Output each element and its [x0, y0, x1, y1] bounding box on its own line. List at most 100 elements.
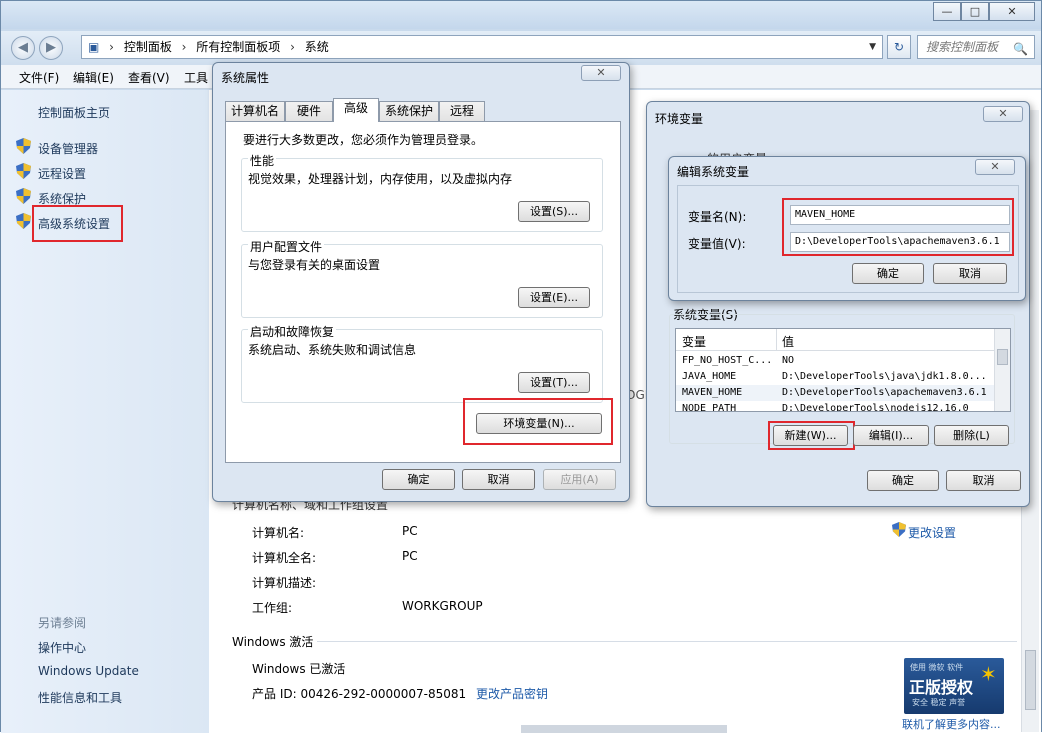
highlight-box: [782, 198, 1014, 256]
breadcrumb-sep-icon: ›: [181, 40, 187, 54]
menu-tools[interactable]: 工具: [184, 69, 208, 86]
search-icon[interactable]: 🔍: [1013, 38, 1028, 60]
column-header-value[interactable]: 值: [782, 333, 794, 350]
cancel-button[interactable]: 取消: [933, 263, 1007, 284]
table-row[interactable]: FP_NO_HOST_C... NO: [676, 353, 994, 369]
badge-top-text: 使用 微软 软件: [910, 663, 964, 672]
product-id: 产品 ID: 00426-292-0000007-85081: [252, 687, 467, 701]
menu-file[interactable]: 文件(F): [19, 69, 59, 86]
tab-computer-name[interactable]: 计算机名: [225, 101, 285, 121]
address-row: ◀ ▶ ▣ › 控制面板 › 所有控制面板项 › 系统 ▼ ↻ 搜索控制面板 🔍: [1, 31, 1041, 65]
breadcrumb-sep-icon: ›: [290, 40, 295, 54]
group-title: 性能: [248, 152, 277, 169]
highlight-box: [32, 205, 123, 242]
close-dialog-button[interactable]: ✕: [581, 65, 621, 81]
cancel-button[interactable]: 取消: [946, 470, 1021, 491]
tab-panel-advanced: 要进行大多数更改，您必须作为管理员登录。 性能 视觉效果，处理器计划，内存使用，…: [225, 121, 621, 463]
shield-icon: [16, 213, 31, 229]
sidebar-item-device-manager[interactable]: 设备管理器: [38, 140, 98, 157]
badge-main-text: 正版授权: [909, 678, 974, 697]
column-divider[interactable]: [776, 329, 777, 351]
row-label: 计算机全名:: [252, 551, 317, 565]
scrollbar-vertical[interactable]: [994, 329, 1010, 411]
row-value: WORKGROUP: [402, 599, 483, 613]
group-desc: 系统启动、系统失败和调试信息: [248, 343, 417, 357]
sidebar-item-performance[interactable]: 性能信息和工具: [38, 689, 122, 706]
system-vars-list[interactable]: 变量 值 FP_NO_HOST_C... NO JAVA_HOME D:\Dev…: [675, 328, 1011, 412]
tab-advanced[interactable]: 高级: [333, 98, 379, 122]
shield-icon: [892, 522, 906, 537]
shield-icon: [16, 163, 31, 179]
menu-edit[interactable]: 编辑(E): [73, 69, 114, 86]
group-desc: 与您登录有关的桌面设置: [248, 258, 381, 272]
refresh-button[interactable]: ↻: [887, 35, 911, 59]
sidebar-item-action-center[interactable]: 操作中心: [38, 639, 86, 656]
breadcrumb-item[interactable]: 系统: [305, 40, 329, 54]
scrollbar-thumb[interactable]: [1025, 650, 1036, 710]
search-input[interactable]: 搜索控制面板 🔍: [917, 35, 1035, 59]
var-value: D:\DeveloperTools\apachemaven3.6.1: [782, 387, 987, 398]
see-also-title: 另请参阅: [38, 616, 87, 630]
variable-value-label: 变量值(V):: [688, 237, 746, 251]
list-header: 变量 值: [676, 329, 994, 351]
search-placeholder: 搜索控制面板: [926, 40, 999, 54]
tab-remote[interactable]: 远程: [439, 101, 485, 121]
table-row[interactable]: JAVA_HOME D:\DeveloperTools\java\jdk1.8.…: [676, 369, 994, 385]
divider: [317, 641, 1017, 642]
ok-button[interactable]: 确定: [852, 263, 924, 284]
tab-container: 计算机名 硬件 高级 系统保护 远程 要进行大多数更改，您必须作为管理员登录。 …: [225, 91, 621, 463]
new-variable-button[interactable]: 新建(W)...: [773, 425, 848, 446]
chevron-down-icon[interactable]: ▼: [869, 36, 876, 58]
minimize-button[interactable]: —: [933, 2, 961, 21]
sidebar-item-windows-update[interactable]: Windows Update: [38, 664, 139, 678]
breadcrumb-sep-icon: ›: [109, 40, 114, 54]
tab-system-protection[interactable]: 系统保护: [379, 101, 439, 121]
tab-hardware[interactable]: 硬件: [285, 101, 333, 121]
group-desc: 视觉效果，处理器计划，内存使用，以及虚拟内存: [248, 172, 513, 186]
back-button[interactable]: ◀: [11, 36, 35, 60]
ok-button[interactable]: 确定: [382, 469, 455, 490]
shield-icon: [16, 188, 31, 204]
address-bar[interactable]: ▣ › 控制面板 › 所有控制面板项 › 系统 ▼: [81, 35, 883, 59]
var-value: D:\DeveloperTools\java\jdk1.8.0...: [782, 371, 987, 382]
system-properties-dialog: 系统属性 ✕ 计算机名 硬件 高级 系统保护 远程 要进行大多数更改，您必须作为…: [212, 62, 630, 502]
row-label: 计算机描述:: [252, 576, 317, 590]
environment-variables-button[interactable]: 环境变量(N)...: [476, 413, 602, 434]
variable-name-label: 变量名(N):: [688, 210, 747, 224]
edit-variable-button[interactable]: 编辑(I)...: [853, 425, 929, 446]
change-settings-link[interactable]: 更改设置: [908, 524, 956, 541]
startup-settings-button[interactable]: 设置(T)...: [518, 372, 590, 393]
admin-notice: 要进行大多数更改，您必须作为管理员登录。: [243, 133, 484, 147]
sidebar-home-link[interactable]: 控制面板主页: [38, 104, 110, 121]
learn-more-link[interactable]: 联机了解更多内容...: [902, 716, 1001, 732]
apply-button[interactable]: 应用(A): [543, 469, 616, 490]
var-value: NO: [782, 355, 795, 366]
scrollbar-thumb[interactable]: [997, 349, 1008, 365]
delete-variable-button[interactable]: 删除(L): [934, 425, 1009, 446]
close-dialog-button[interactable]: ✕: [983, 106, 1023, 122]
cancel-button[interactable]: 取消: [462, 469, 535, 490]
menu-view[interactable]: 查看(V): [128, 69, 170, 86]
dialog-title: 编辑系统变量: [677, 165, 750, 179]
sidebar-item-remote-settings[interactable]: 远程设置: [38, 165, 86, 182]
ok-button[interactable]: 确定: [867, 470, 939, 491]
sidebar: 控制面板主页 设备管理器 远程设置 系统保护 高级系统设置 另请参阅 操作中心 …: [1, 90, 209, 733]
row-value: PC: [402, 524, 418, 538]
group-title: 启动和故障恢复: [248, 323, 337, 340]
performance-settings-button[interactable]: 设置(S)...: [518, 201, 590, 222]
profile-settings-button[interactable]: 设置(E)...: [518, 287, 590, 308]
column-header-variable[interactable]: 变量: [682, 333, 706, 350]
table-row[interactable]: NODE_PATH D:\DeveloperTools\nodejs12.16.…: [676, 401, 994, 411]
breadcrumb-item[interactable]: 控制面板: [124, 40, 172, 54]
var-name: FP_NO_HOST_C...: [682, 355, 773, 366]
close-window-button[interactable]: ✕: [989, 2, 1035, 21]
maximize-button[interactable]: □: [961, 2, 989, 21]
activation-status: Windows 已激活: [252, 662, 346, 676]
dialog-title: 系统属性: [221, 71, 270, 85]
table-row[interactable]: MAVEN_HOME D:\DeveloperTools\apachemaven…: [676, 385, 994, 401]
close-dialog-button[interactable]: ✕: [975, 159, 1015, 175]
forward-button[interactable]: ▶: [39, 36, 63, 60]
breadcrumb-item[interactable]: 所有控制面板项: [196, 40, 280, 54]
activation-title: Windows 激活: [232, 635, 314, 649]
change-key-link[interactable]: 更改产品密钥: [476, 685, 548, 702]
